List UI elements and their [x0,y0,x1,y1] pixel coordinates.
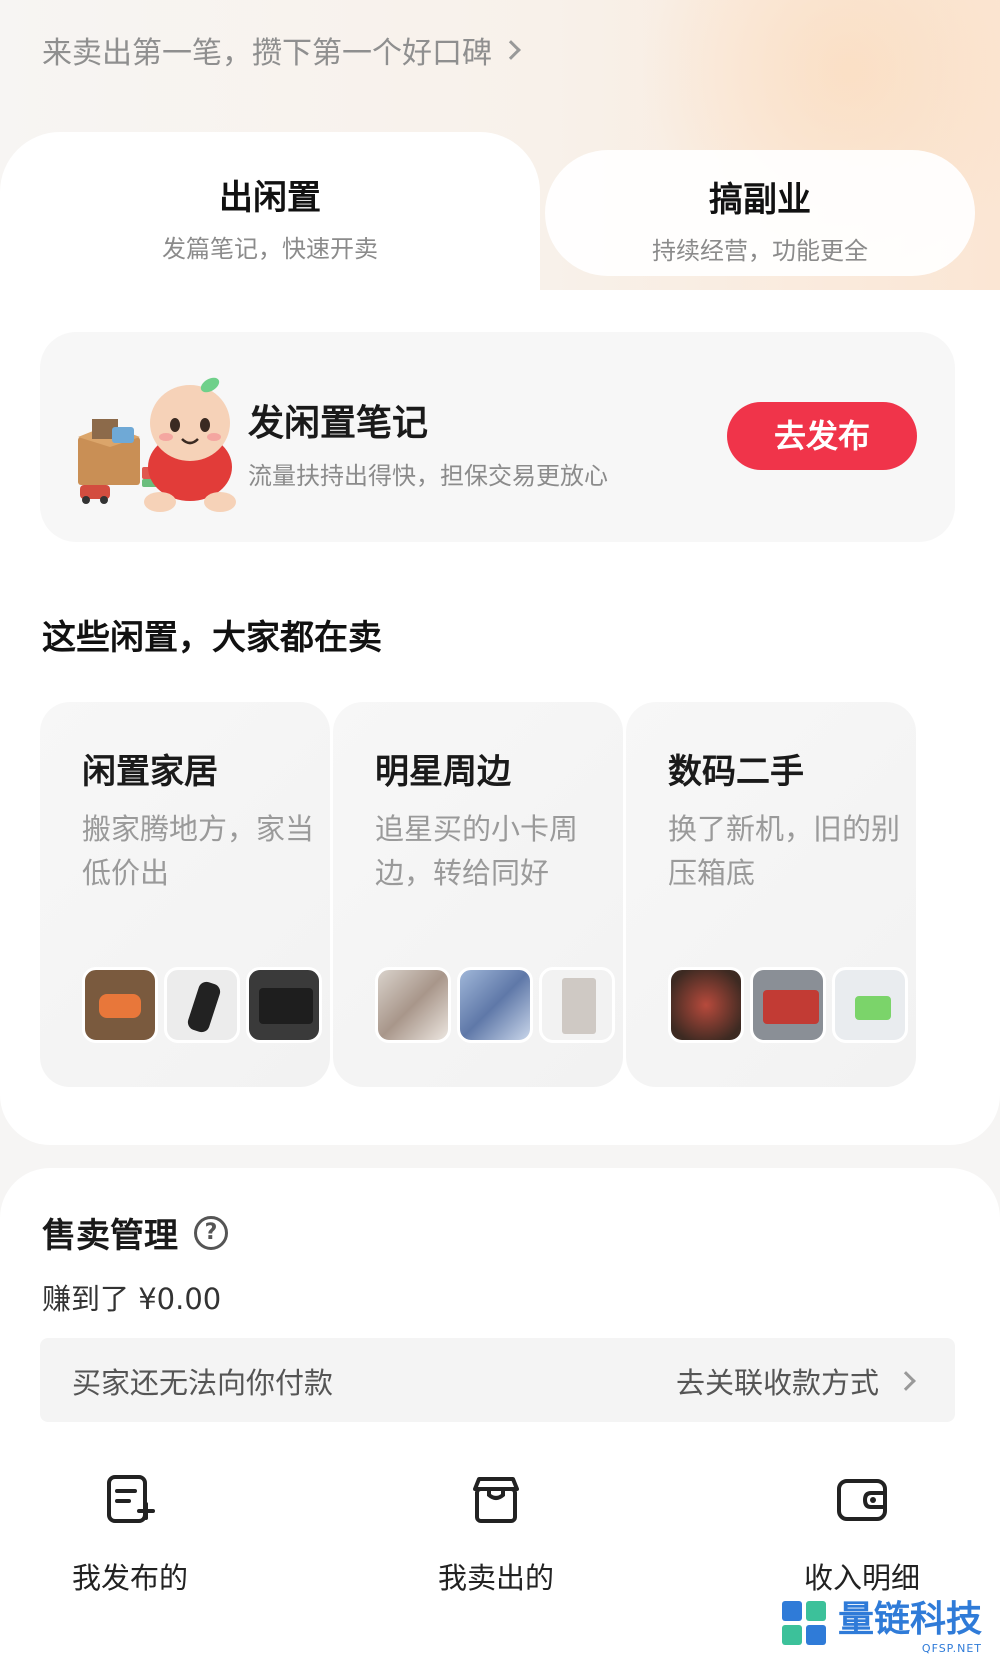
category-description: 搬家腾地方，家当低价出 [82,812,315,890]
payment-setup-bar[interactable]: 买家还无法向你付款 去关联收款方式 [40,1338,955,1422]
tab-title: 搞副业 [709,180,811,220]
watermark-text: 量链科技 [837,1599,982,1640]
sales-title-row: 售卖管理 ? [42,1208,228,1257]
help-icon[interactable]: ? [194,1215,228,1250]
link-payment-method[interactable]: 去关联收款方式 [675,1360,916,1402]
tab-side-business[interactable]: 搞副业 持续经营，功能更全 [545,150,975,276]
my-published-button[interactable]: 我发布的 [30,1473,230,1597]
watermark: 量链科技 QFSP.NET [778,1590,982,1655]
link-payment-label: 去关联收款方式 [675,1366,879,1400]
income-detail-button[interactable]: 收入明细 [762,1473,962,1597]
publish-note-card[interactable]: 发闲置笔记 流量扶持出得快，担保交易更放心 去发布 [40,332,955,542]
first-sale-tagline[interactable]: 来卖出第一笔，攒下第一个好口碑 [42,28,521,72]
thumbnail-image [164,967,240,1043]
publish-subtitle: 流量扶持出得快，担保交易更放心 [248,462,608,490]
sell-panel: 发闲置笔记 流量扶持出得快，担保交易更放心 去发布 这些闲置，大家都在卖 闲置家… [0,290,1000,1145]
chevron-right-icon [896,1371,916,1391]
thumbnail-image [668,967,744,1043]
thumbnail-image [832,967,908,1043]
tab-subtitle: 持续经营，功能更全 [652,237,868,265]
mascot-illustration [78,377,236,512]
watermark-logo-icon [781,1600,826,1645]
category-card-digital[interactable]: 数码二手 换了新机，旧的别压箱底 [626,702,916,1087]
tab-sell-idle[interactable]: 出闲置 发篇笔记，快速开卖 [0,132,540,292]
category-name: 数码二手 [668,752,804,792]
category-thumbnails [375,967,615,1043]
sales-title: 售卖管理 [42,1216,178,1256]
category-thumbnails [82,967,322,1043]
category-card-home[interactable]: 闲置家居 搬家腾地方，家当低价出 [40,702,330,1087]
thumbnail-image [82,967,158,1043]
publish-button[interactable]: 去发布 [727,402,917,470]
category-description: 换了新机，旧的别压箱底 [668,812,901,890]
thumbnail-image [750,967,826,1043]
action-label: 我发布的 [71,1561,188,1595]
thumbnail-image [539,967,615,1043]
category-name: 明星周边 [375,752,511,792]
category-description: 追星买的小卡周边，转给同好 [375,812,579,890]
chevron-right-icon [501,40,521,60]
wallet-icon [837,1479,887,1521]
thumbnail-image [246,967,322,1043]
thumbnail-image [457,967,533,1043]
sales-management-card: 售卖管理 ? 赚到了 ¥0.00 买家还无法向你付款 去关联收款方式 我发布的 [0,1168,1000,1657]
category-card-idol-merch[interactable]: 明星周边 追星买的小卡周边，转给同好 [333,702,623,1087]
payment-warning: 买家还无法向你付款 [72,1366,334,1400]
category-thumbnails [668,967,908,1043]
publish-title: 发闲置笔记 [248,403,429,444]
tab-subtitle: 发篇笔记，快速开卖 [162,235,378,263]
action-label: 我卖出的 [437,1561,554,1595]
earnings-amount: 赚到了 ¥0.00 [42,1282,222,1316]
tab-title: 出闲置 [219,178,321,218]
thumbnail-image [375,967,451,1043]
edit-doc-icon [107,1475,155,1523]
tagline-text: 来卖出第一笔，攒下第一个好口碑 [42,36,492,71]
popular-categories-title: 这些闲置，大家都在卖 [42,618,382,658]
category-name: 闲置家居 [82,752,218,792]
mode-tabs: 出闲置 发篇笔记，快速开卖 搞副业 持续经营，功能更全 [0,132,1000,292]
watermark-sub: QFSP.NET [921,1642,982,1655]
my-sold-button[interactable]: 我卖出的 [396,1473,596,1597]
box-icon [473,1477,519,1523]
